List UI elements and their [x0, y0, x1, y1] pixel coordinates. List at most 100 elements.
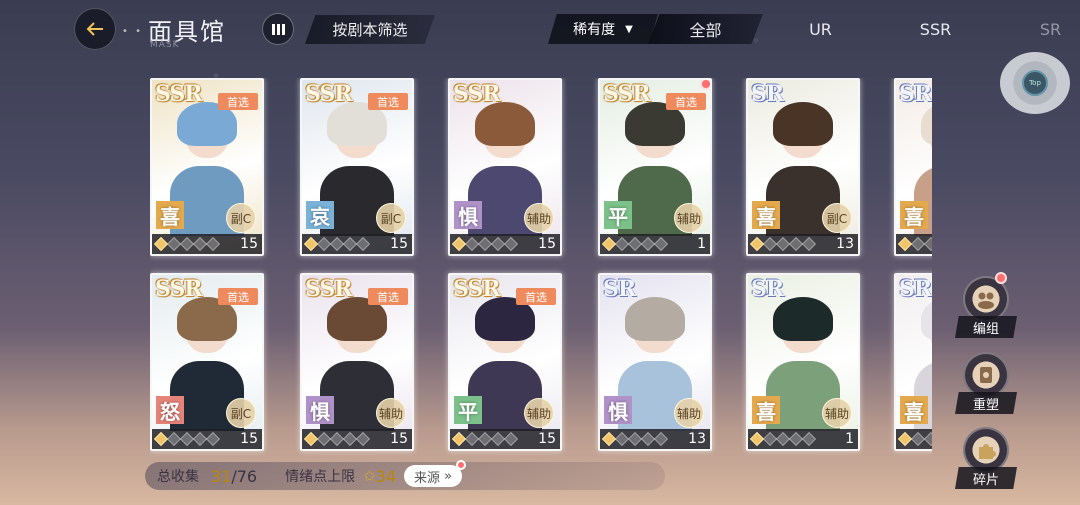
star-rank: [303, 431, 390, 447]
card-footer: [896, 429, 932, 449]
role-badge: 副C: [226, 203, 256, 233]
role-badge: 辅助: [674, 203, 704, 233]
portrait-hair: [625, 297, 685, 341]
title-decoration: • •: [122, 26, 143, 37]
preferred-badge: 首选: [368, 288, 408, 305]
double-chevron-right-icon: »: [444, 468, 453, 484]
script-filter-button[interactable]: 按剧本筛选: [305, 15, 435, 44]
card-footer: 15: [450, 429, 560, 449]
reshape-icon: [963, 352, 1009, 398]
card-level: 15: [240, 236, 258, 252]
mask-card[interactable]: SSR 首选 怒 副C 15: [150, 273, 264, 451]
mask-card[interactable]: SSR 首选 喜 副C 15: [150, 78, 264, 256]
card-footer: 15: [302, 234, 412, 254]
emotion-cap-label: 情绪点上限: [285, 469, 356, 485]
rarity-tabs: 全部 UR SSR SR: [648, 14, 1080, 44]
rank-star-icon: [355, 236, 371, 252]
fragments-label: 碎片: [955, 467, 1017, 489]
fragments-button[interactable]: 碎片: [955, 427, 1019, 491]
mask-card[interactable]: SSR 首选 哀 副C 15: [300, 78, 414, 256]
emotion-badge: 惧: [454, 201, 482, 229]
portrait-hair: [921, 102, 932, 146]
preferred-badge: 首选: [516, 288, 556, 305]
arrow-left-icon: [86, 22, 103, 36]
mask-card[interactable]: SSR 惧 辅助 15: [448, 78, 562, 256]
rank-star-icon: [653, 431, 669, 447]
role-badge: 副C: [376, 203, 406, 233]
rarity-label: SR: [751, 81, 784, 107]
collection-bar: 总收集 31 / 76 情绪点上限 ✩ 34 来源 »: [145, 460, 665, 490]
emotion-badge: 喜: [900, 201, 928, 229]
rarity-label: SSR: [305, 81, 353, 107]
tab-ssr[interactable]: SSR: [878, 14, 993, 44]
tab-ur[interactable]: UR: [763, 14, 878, 44]
emotion-badge: 惧: [306, 396, 334, 424]
mask-card[interactable]: SSR 首选 平 辅助 15: [448, 273, 562, 451]
portrait-hair: [773, 297, 833, 341]
rarity-label: SSR: [453, 81, 501, 107]
emotion-badge: 喜: [752, 396, 780, 424]
emotion-badge: 平: [604, 201, 632, 229]
rarity-label: SR: [899, 81, 932, 107]
page-subtitle: MASK: [150, 40, 180, 50]
collection-total: 76: [236, 466, 258, 486]
notification-dot: [995, 272, 1007, 284]
caret-down-icon: ▼: [625, 23, 633, 35]
rarity-label: SR: [603, 276, 636, 302]
card-footer: 13: [600, 429, 710, 449]
rank-star-icon: [503, 431, 519, 447]
role-badge: 副C: [822, 203, 852, 233]
mask-card[interactable]: SSR 首选 平 辅助 1: [598, 78, 712, 256]
card-level: 1: [697, 236, 706, 252]
emotion-badge: 平: [454, 396, 482, 424]
mask-card[interactable]: SSR 首选 惧 辅助 15: [300, 273, 414, 451]
rank-star-icon: [355, 431, 371, 447]
card-level: 15: [390, 431, 408, 447]
card-footer: 15: [152, 234, 262, 254]
star-rank: [153, 236, 240, 252]
mask-card[interactable]: SR 惧 辅助 13: [598, 273, 712, 451]
card-footer: 15: [152, 429, 262, 449]
rarity-dropdown[interactable]: 稀有度 ▼: [548, 14, 658, 44]
mask-card[interactable]: SR 喜 副C 13: [746, 78, 860, 256]
rank-star-icon: [923, 431, 932, 447]
team-label: 编组: [955, 316, 1017, 338]
role-badge: 辅助: [524, 398, 554, 428]
back-button[interactable]: [74, 8, 116, 50]
emotion-badge: 哀: [306, 201, 334, 229]
role-badge: 辅助: [674, 398, 704, 428]
notification-dot: [700, 80, 710, 90]
portrait-hair: [773, 102, 833, 146]
preferred-badge: 首选: [218, 93, 258, 110]
tab-sr[interactable]: SR: [993, 14, 1080, 44]
mask-card[interactable]: SR 喜: [894, 78, 932, 256]
rank-star-icon: [205, 236, 221, 252]
emotion-badge: 惧: [604, 396, 632, 424]
mask-card[interactable]: SR 喜 辅助 1: [746, 273, 860, 451]
preferred-badge: 首选: [368, 93, 408, 110]
source-button[interactable]: 来源 »: [404, 460, 467, 487]
grid-bar-icon: [271, 23, 275, 35]
scroll-top-button[interactable]: Top: [1000, 52, 1070, 114]
rarity-dropdown-label: 稀有度: [573, 22, 616, 38]
notification-dot: [456, 460, 467, 470]
emotion-badge: 喜: [900, 396, 928, 424]
role-badge: 辅助: [376, 398, 406, 428]
puzzle-icon: [963, 427, 1009, 473]
tab-all[interactable]: 全部: [648, 14, 763, 44]
rank-star-icon: [503, 236, 519, 252]
card-level: 15: [240, 431, 258, 447]
view-toggle-button[interactable]: [262, 13, 294, 45]
card-level: 13: [688, 431, 706, 447]
rank-star-icon: [923, 236, 932, 252]
star-rank: [897, 236, 932, 252]
team-button[interactable]: 编组: [955, 272, 1019, 340]
emotion-cap-value: 34: [375, 466, 397, 486]
preferred-badge: 首选: [666, 93, 706, 110]
card-footer: [896, 234, 932, 254]
role-badge: 辅助: [524, 203, 554, 233]
reshape-button[interactable]: 重塑: [955, 352, 1019, 416]
rank-star-icon: [205, 431, 221, 447]
card-footer: 1: [600, 234, 710, 254]
mask-card[interactable]: SR 喜: [894, 273, 932, 451]
